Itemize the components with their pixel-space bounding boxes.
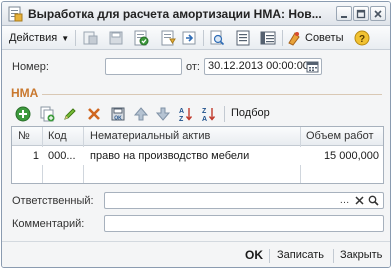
edit-row-icon[interactable] bbox=[62, 106, 78, 122]
svg-text:A: A bbox=[179, 108, 184, 115]
search-icon[interactable] bbox=[367, 193, 380, 208]
sort-descending-icon[interactable]: Z A bbox=[200, 106, 216, 122]
cell-code: 000... bbox=[48, 150, 76, 162]
column-header-volume[interactable]: Объем работ bbox=[306, 130, 374, 142]
help-icon[interactable]: ? bbox=[354, 30, 370, 46]
table-row[interactable]: 1 000... право на производство мебели 15… bbox=[12, 147, 383, 165]
cell-volume: 15 000,000 bbox=[323, 150, 379, 162]
table-header: № Код Нематериальный актив Объем работ bbox=[12, 127, 383, 146]
toolbar-divider bbox=[203, 30, 204, 46]
cell-number: 1 bbox=[32, 150, 39, 162]
journal-icon[interactable] bbox=[260, 30, 276, 46]
column-header-code[interactable]: Код bbox=[48, 130, 67, 142]
maximize-button[interactable] bbox=[353, 6, 369, 21]
close-button[interactable]: Закрыть bbox=[340, 249, 382, 261]
number-label: Номер: bbox=[12, 61, 49, 73]
section-title-nma: НМА bbox=[11, 86, 39, 100]
comment-field[interactable] bbox=[104, 215, 384, 232]
print-preview-icon[interactable] bbox=[209, 30, 225, 46]
calendar-icon[interactable] bbox=[306, 60, 319, 73]
advice-button[interactable]: Советы bbox=[286, 29, 343, 47]
svg-text:Z: Z bbox=[179, 116, 184, 122]
date-label: от: bbox=[186, 61, 200, 73]
advice-icon bbox=[288, 32, 300, 46]
column-header-number[interactable]: № bbox=[18, 130, 30, 142]
move-down-icon[interactable] bbox=[155, 106, 171, 122]
section-divider bbox=[42, 94, 382, 95]
actions-menu-button[interactable]: Действия ▼ bbox=[9, 29, 69, 47]
choose-button-icon[interactable]: … bbox=[338, 193, 351, 208]
select-button[interactable]: Подбор bbox=[231, 107, 270, 119]
number-field[interactable] bbox=[105, 58, 182, 75]
close-window-button[interactable] bbox=[370, 6, 386, 21]
date-value: 30.12.2013 00:00:00 bbox=[208, 60, 309, 72]
date-field[interactable]: 30.12.2013 00:00:00 bbox=[204, 58, 322, 75]
main-toolbar: Действия ▼ Советы ? bbox=[2, 26, 390, 50]
column-header-asset[interactable]: Нематериальный актив bbox=[90, 130, 210, 142]
responsible-label: Ответственный: bbox=[12, 195, 94, 207]
go-to-icon[interactable] bbox=[181, 30, 197, 46]
window-title: Выработка для расчета амортизации НМА: Н… bbox=[28, 7, 322, 21]
clear-field-icon[interactable] bbox=[353, 193, 366, 208]
svg-text:A: A bbox=[202, 116, 207, 122]
minimize-button[interactable] bbox=[336, 6, 352, 21]
cell-asset: право на производство мебели bbox=[90, 150, 250, 162]
title-bar: Выработка для расчета амортизации НМА: Н… bbox=[2, 2, 390, 26]
structure-icon[interactable] bbox=[235, 30, 251, 46]
document-icon bbox=[8, 6, 23, 22]
assets-table: № Код Нематериальный актив Объем работ 1… bbox=[11, 126, 384, 184]
toolbar-divider bbox=[75, 30, 76, 46]
move-up-icon[interactable] bbox=[133, 106, 149, 122]
advice-label: Советы bbox=[305, 32, 344, 44]
footer-divider bbox=[333, 249, 334, 263]
save-button[interactable]: Записать bbox=[277, 249, 324, 261]
save-document-icon[interactable] bbox=[108, 30, 124, 46]
table-toolbar-divider bbox=[224, 106, 225, 122]
footer-divider bbox=[269, 249, 270, 263]
post-and-close-icon[interactable] bbox=[82, 30, 98, 46]
add-row-icon[interactable] bbox=[15, 106, 31, 122]
svg-text:?: ? bbox=[359, 34, 365, 45]
fill-document-icon[interactable] bbox=[160, 30, 176, 46]
dialog-footer: OK Записать Закрыть bbox=[2, 241, 390, 267]
ok-button[interactable]: OK bbox=[245, 248, 263, 262]
toolbar-divider bbox=[282, 30, 283, 46]
document-window: Выработка для расчета амортизации НМА: Н… bbox=[1, 1, 391, 268]
delete-row-icon[interactable] bbox=[86, 106, 102, 122]
copy-row-icon[interactable] bbox=[39, 106, 55, 122]
sort-ascending-icon[interactable]: A Z bbox=[177, 106, 193, 122]
svg-text:OK: OK bbox=[114, 116, 122, 122]
chevron-down-icon: ▼ bbox=[61, 33, 70, 43]
post-document-icon[interactable] bbox=[133, 30, 149, 46]
svg-text:Z: Z bbox=[202, 108, 207, 115]
comment-label: Комментарий: bbox=[12, 218, 85, 230]
end-edit-icon[interactable]: OK bbox=[110, 106, 126, 122]
actions-menu-label: Действия bbox=[9, 32, 58, 44]
